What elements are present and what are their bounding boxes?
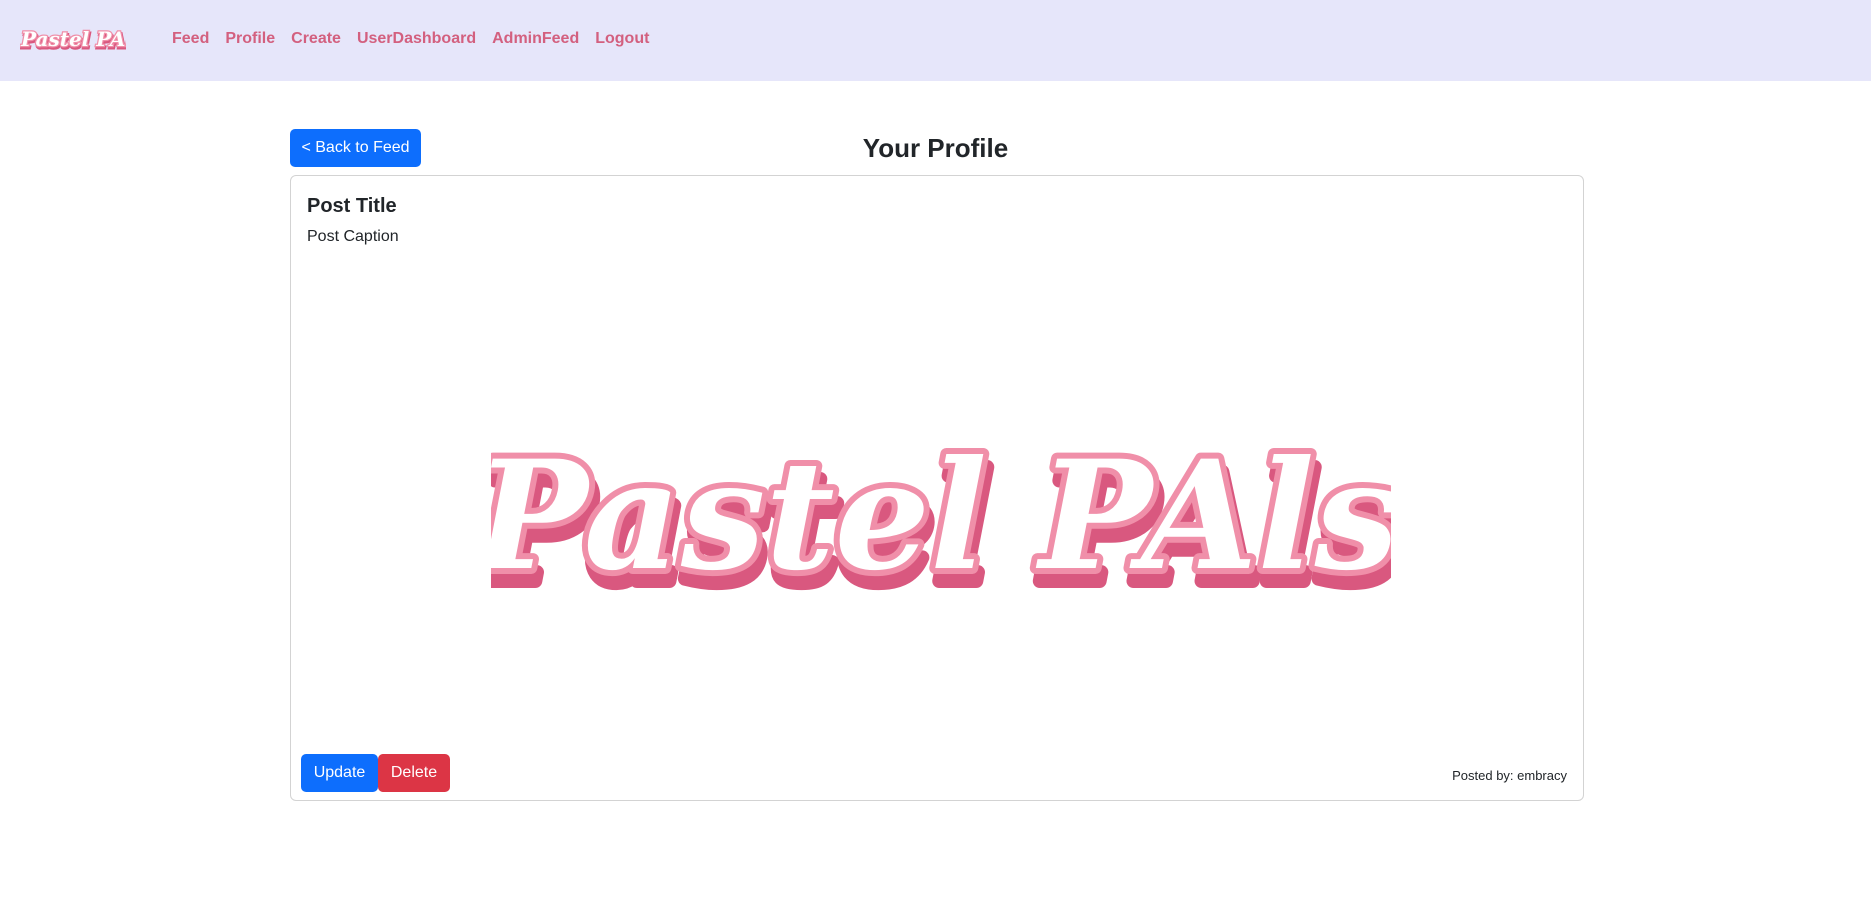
post-card: Post Title Post Caption Pastel PAls Past… — [290, 175, 1584, 801]
nav-link-logout[interactable]: Logout — [595, 30, 649, 48]
brand-logo-outline: Pastel PAls — [20, 27, 126, 51]
post-title: Post Title — [307, 195, 397, 217]
post-image-outline: Pastel PAls — [491, 428, 1391, 604]
post-image: Pastel PAls Pastel PAls — [491, 422, 1391, 624]
update-button[interactable]: Update — [301, 754, 378, 792]
navbar: Pastel PAls Pastel PAls Feed Profile Cre… — [0, 0, 1871, 81]
delete-button[interactable]: Delete — [378, 754, 450, 792]
brand-logo[interactable]: Pastel PAls Pastel PAls — [20, 22, 126, 58]
page-title: Your Profile — [862, 133, 1009, 163]
nav-link-feed[interactable]: Feed — [172, 30, 209, 48]
nav-link-create[interactable]: Create — [291, 30, 341, 48]
posted-by-label: Posted by: embracy — [1452, 768, 1567, 783]
nav-links: Feed Profile Create UserDashboard AdminF… — [172, 30, 649, 48]
post-caption: Post Caption — [307, 228, 399, 245]
nav-link-admin-feed[interactable]: AdminFeed — [492, 30, 579, 48]
nav-link-user-dashboard[interactable]: UserDashboard — [357, 30, 476, 48]
nav-link-profile[interactable]: Profile — [225, 30, 275, 48]
